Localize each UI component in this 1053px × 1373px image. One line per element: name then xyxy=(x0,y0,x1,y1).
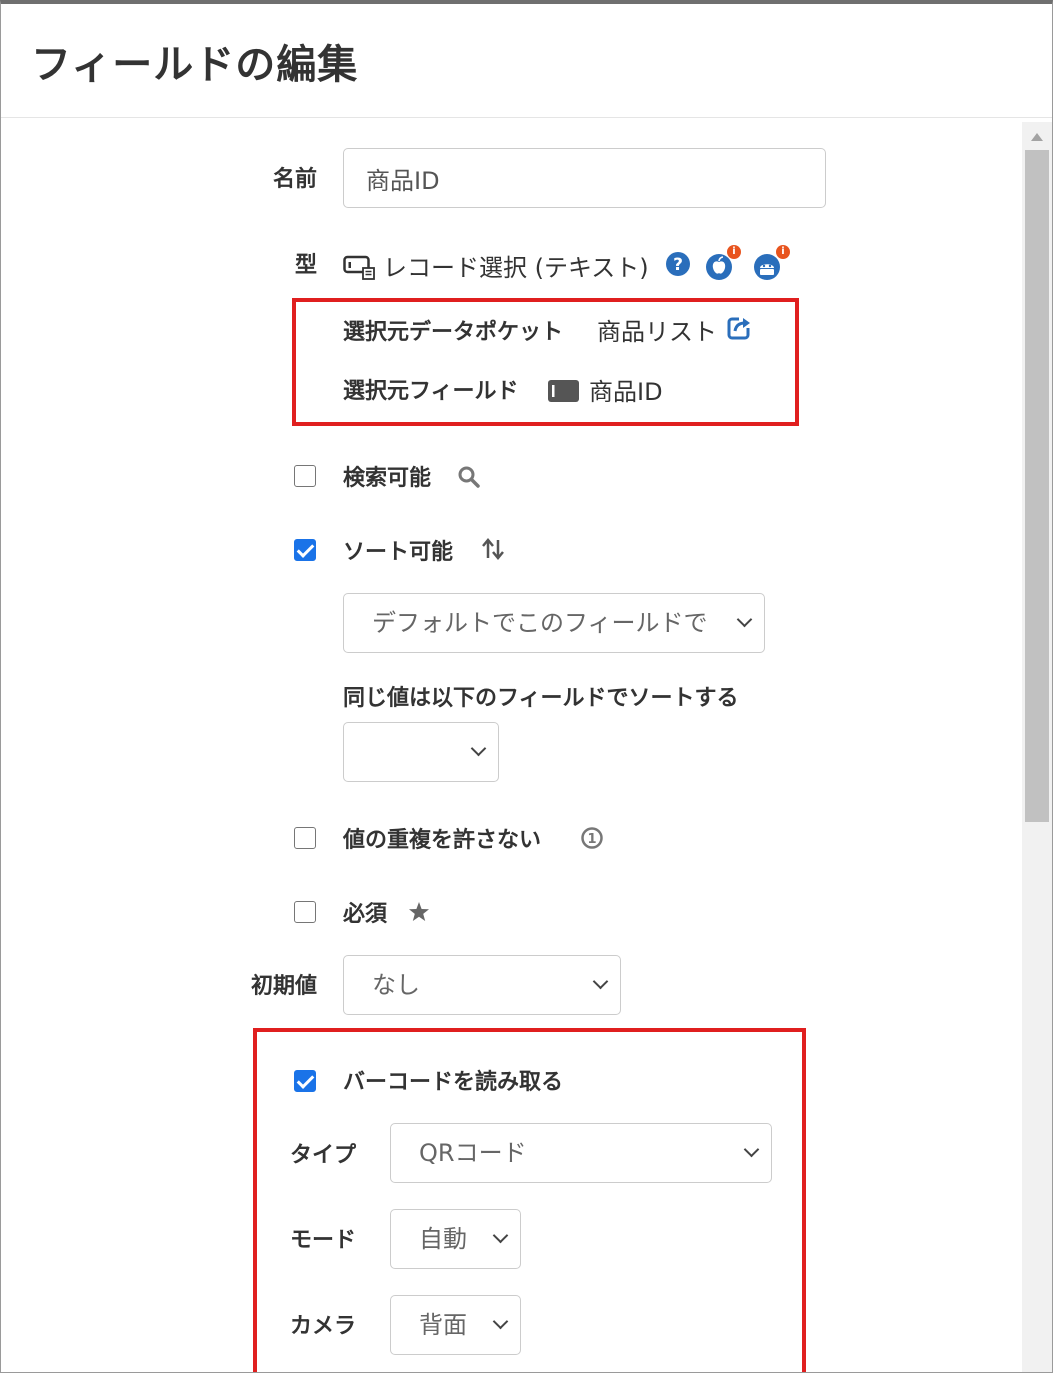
barcode-label: バーコードを読み取る xyxy=(343,1070,564,1095)
initial-value-select-value: なし xyxy=(372,971,420,999)
barcode-camera-label: カメラ xyxy=(290,1314,357,1339)
initial-value-label: 初期値 xyxy=(250,974,317,999)
barcode-type-select-value: QRコード xyxy=(419,1139,527,1167)
unique-checkbox[interactable] xyxy=(294,827,316,849)
barcode-camera-select[interactable]: 背面 xyxy=(390,1295,521,1355)
chevron-down-icon xyxy=(492,1227,509,1244)
searchable-checkbox[interactable] xyxy=(294,465,316,487)
unique-label: 値の重複を許さない xyxy=(343,828,542,853)
sort-arrows-icon xyxy=(482,538,504,560)
text-field-type-icon xyxy=(548,380,579,402)
barcode-camera-select-value: 背面 xyxy=(419,1311,467,1339)
sortable-checkbox[interactable] xyxy=(294,539,316,561)
barcode-type-select[interactable]: QRコード xyxy=(390,1123,772,1183)
search-icon xyxy=(458,466,480,488)
initial-value-select[interactable]: なし xyxy=(343,955,621,1015)
name-label: 名前 xyxy=(272,167,317,192)
chevron-down-icon xyxy=(492,1313,509,1330)
required-checkbox[interactable] xyxy=(294,901,316,923)
chevron-down-icon xyxy=(736,611,753,628)
name-input[interactable] xyxy=(343,148,826,208)
edit-field-dialog: フィールドの編集 名前 型 レコード選択 (テキスト) ? i i 選択元データ… xyxy=(0,0,1053,1373)
default-sort-select[interactable]: デフォルトでこのフィールドで xyxy=(343,593,765,653)
question-circle-icon[interactable]: ? xyxy=(665,251,691,277)
barcode-mode-select-value: 自動 xyxy=(419,1225,467,1253)
star-icon xyxy=(409,902,429,921)
record-select-type-icon xyxy=(343,255,375,280)
dialog-title: フィールドの編集 xyxy=(31,42,359,88)
searchable-label: 検索可能 xyxy=(343,466,432,491)
barcode-checkbox[interactable] xyxy=(294,1070,316,1092)
chevron-down-icon xyxy=(592,973,609,990)
scrollbar-thumb[interactable] xyxy=(1025,150,1049,822)
source-pocket-value: 商品リスト xyxy=(597,318,717,346)
ios-info-badge: i xyxy=(727,245,741,259)
svg-text:?: ? xyxy=(673,255,683,275)
chevron-down-icon xyxy=(743,1141,760,1158)
tie-sort-select[interactable] xyxy=(343,722,499,782)
chevron-down-icon xyxy=(470,740,487,757)
sortable-label: ソート可能 xyxy=(343,540,454,565)
required-label: 必須 xyxy=(343,902,388,927)
android-info-badge: i xyxy=(776,245,790,259)
info-circle-icon[interactable]: 1 xyxy=(580,826,604,850)
type-label: 型 xyxy=(294,253,317,278)
source-field-label: 選択元フィールド xyxy=(343,379,519,404)
scroll-up-button[interactable] xyxy=(1022,124,1052,150)
source-field-value: 商品ID xyxy=(589,378,663,406)
info-circle-glyph: 1 xyxy=(587,832,596,847)
default-sort-select-value: デフォルトでこのフィールドで xyxy=(372,609,708,637)
source-pocket-label: 選択元データポケット xyxy=(343,320,564,345)
barcode-mode-select[interactable]: 自動 xyxy=(390,1209,521,1269)
chevron-up-icon xyxy=(1031,133,1043,141)
barcode-mode-label: モード xyxy=(290,1228,357,1253)
external-link-icon[interactable] xyxy=(727,316,753,340)
dialog-header: フィールドの編集 xyxy=(1,4,1052,118)
type-value: レコード選択 (テキスト) xyxy=(383,254,649,282)
barcode-type-label: タイプ xyxy=(290,1143,357,1168)
tie-sort-label: 同じ値は以下のフィールドでソートする xyxy=(343,686,739,711)
